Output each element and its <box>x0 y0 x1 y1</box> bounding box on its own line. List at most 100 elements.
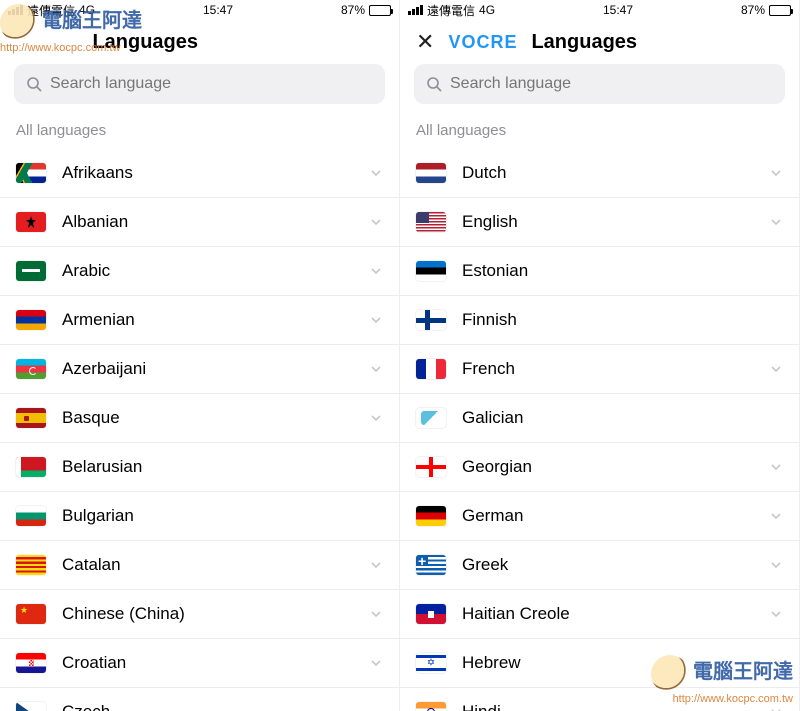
language-row[interactable]: Albanian <box>0 198 399 247</box>
search-input[interactable] <box>450 75 773 93</box>
flag-icon <box>16 457 46 477</box>
nav-header: ✕ Languages <box>0 20 399 64</box>
chevron-down-icon <box>369 656 383 670</box>
language-row[interactable]: English <box>400 198 799 247</box>
language-name: English <box>462 212 753 232</box>
language-name: Haitian Creole <box>462 604 753 624</box>
language-row[interactable]: Arabic <box>0 247 399 296</box>
chevron-down-icon <box>369 313 383 327</box>
flag-icon <box>416 457 446 477</box>
language-name: Greek <box>462 555 753 575</box>
flag-icon <box>416 555 446 575</box>
language-row[interactable]: Armenian <box>0 296 399 345</box>
language-name: Basque <box>62 408 353 428</box>
language-row[interactable]: Afrikaans <box>0 149 399 198</box>
search-icon <box>426 76 442 92</box>
language-row[interactable]: Basque <box>0 394 399 443</box>
language-row[interactable]: Galician <box>400 394 799 443</box>
language-row[interactable]: Georgian <box>400 443 799 492</box>
brand-logo: VOCRE <box>448 32 517 53</box>
flag-icon <box>416 653 446 673</box>
language-name: Croatian <box>62 653 353 673</box>
page-title: Languages <box>92 31 198 54</box>
search-box[interactable] <box>414 64 785 104</box>
flag-icon <box>416 702 446 711</box>
battery-percent: 87% <box>741 3 765 17</box>
chevron-down-icon <box>769 460 783 474</box>
language-row[interactable]: Finnish <box>400 296 799 345</box>
flag-icon <box>416 261 446 281</box>
language-name: Armenian <box>62 310 353 330</box>
flag-icon <box>16 702 46 711</box>
battery-icon <box>369 5 391 16</box>
flag-icon <box>16 212 46 232</box>
flag-icon <box>16 310 46 330</box>
language-name: Finnish <box>462 310 783 330</box>
chevron-down-icon <box>369 166 383 180</box>
language-row[interactable]: Bulgarian <box>0 492 399 541</box>
chevron-down-icon <box>769 509 783 523</box>
flag-icon <box>416 212 446 232</box>
language-list[interactable]: Dutch English Estonian Finnish FrenchGalicia… <box>400 149 799 711</box>
flag-icon <box>416 408 446 428</box>
clock: 15:47 <box>203 3 233 17</box>
language-name: Estonian <box>462 261 783 281</box>
search-icon <box>26 76 42 92</box>
status-bar: 遠傳電信 4G 15:47 87% <box>400 0 799 20</box>
language-row[interactable]: French <box>400 345 799 394</box>
right-pane: 遠傳電信 4G 15:47 87% ✕ VOCRE Languages All … <box>400 0 800 711</box>
carrier-label: 遠傳電信 <box>427 2 475 19</box>
clock: 15:47 <box>603 3 633 17</box>
language-name: Catalan <box>62 555 353 575</box>
language-row[interactable]: Estonian <box>400 247 799 296</box>
flag-icon <box>16 653 46 673</box>
language-name: Belarusian <box>62 457 383 477</box>
chevron-down-icon <box>769 166 783 180</box>
flag-icon <box>16 506 46 526</box>
language-name: Azerbaijani <box>62 359 353 379</box>
language-row[interactable]: Czech <box>0 688 399 711</box>
search-box[interactable] <box>14 64 385 104</box>
flag-icon <box>416 163 446 183</box>
language-row[interactable]: German <box>400 492 799 541</box>
flag-icon <box>16 604 46 624</box>
battery-percent: 87% <box>341 3 365 17</box>
language-name: Bulgarian <box>62 506 383 526</box>
language-row[interactable]: Chinese (China) <box>0 590 399 639</box>
language-name: Arabic <box>62 261 353 281</box>
close-icon[interactable]: ✕ <box>416 29 434 55</box>
page-title: Languages <box>531 31 637 54</box>
chevron-down-icon <box>769 215 783 229</box>
language-row[interactable]: Hindi <box>400 688 799 711</box>
language-row[interactable]: Hebrew <box>400 639 799 688</box>
language-row[interactable]: Azerbaijani <box>0 345 399 394</box>
language-row[interactable]: Greek <box>400 541 799 590</box>
language-row[interactable]: Croatian <box>0 639 399 688</box>
language-row[interactable]: Belarusian <box>0 443 399 492</box>
language-row[interactable]: Catalan <box>0 541 399 590</box>
flag-icon <box>416 359 446 379</box>
flag-icon <box>16 408 46 428</box>
section-header: All languages <box>400 114 799 149</box>
language-name: Chinese (China) <box>62 604 353 624</box>
language-row[interactable]: Haitian Creole <box>400 590 799 639</box>
signal-icon <box>408 5 423 15</box>
chevron-down-icon <box>369 362 383 376</box>
language-name: Hindi <box>462 702 753 711</box>
flag-icon <box>416 310 446 330</box>
chevron-down-icon <box>369 411 383 425</box>
language-list[interactable]: Afrikaans Albanian Arabic Armenian Azerbaija… <box>0 149 399 711</box>
flag-icon <box>416 604 446 624</box>
network-label: 4G <box>479 3 495 17</box>
language-name: Albanian <box>62 212 353 232</box>
language-name: German <box>462 506 753 526</box>
chevron-down-icon <box>369 607 383 621</box>
language-name: Hebrew <box>462 653 783 673</box>
search-input[interactable] <box>50 75 373 93</box>
section-header: All languages <box>0 114 399 149</box>
chevron-down-icon <box>369 264 383 278</box>
signal-icon <box>8 5 23 15</box>
language-row[interactable]: Dutch <box>400 149 799 198</box>
language-name: Afrikaans <box>62 163 353 183</box>
flag-icon <box>16 555 46 575</box>
